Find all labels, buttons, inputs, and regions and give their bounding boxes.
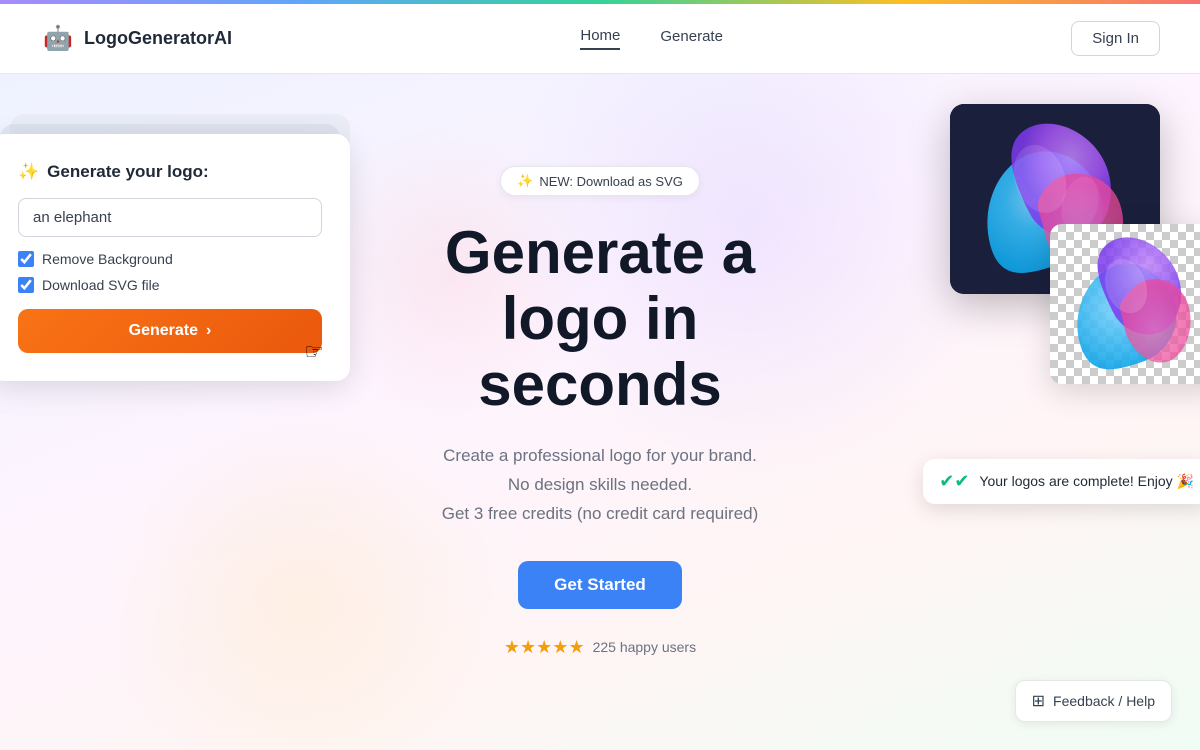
main-content: ✨ Generate your logo: Remove Background … xyxy=(0,74,1200,750)
complete-toast: ✔✔ Your logos are complete! Enjoy 🎉 xyxy=(923,459,1200,504)
get-started-button[interactable]: Get Started xyxy=(518,561,682,609)
download-svg-label: Download SVG file xyxy=(42,277,160,293)
generate-button-label: Generate xyxy=(129,322,198,340)
nav-link-home[interactable]: Home xyxy=(580,27,620,50)
rating-text: 225 happy users xyxy=(593,639,697,655)
download-svg-row: Download SVG file xyxy=(18,277,322,293)
logo-preview-secondary xyxy=(1050,224,1200,384)
logo-area[interactable]: 🤖 LogoGeneratorAI xyxy=(40,21,232,57)
logo-prompt-input[interactable] xyxy=(18,198,322,237)
remove-background-checkbox[interactable] xyxy=(18,251,34,267)
sign-in-button[interactable]: Sign In xyxy=(1071,21,1160,56)
right-previews: ✔✔ Your logos are complete! Enjoy 🎉 xyxy=(860,104,1200,544)
hero-subtitle: Create a professional logo for your bran… xyxy=(442,442,759,529)
new-badge-text: NEW: Download as SVG xyxy=(539,174,683,189)
feedback-button[interactable]: ⊞ Feedback / Help xyxy=(1015,680,1172,722)
left-card-container: ✨ Generate your logo: Remove Background … xyxy=(0,134,350,381)
nav-link-generate[interactable]: Generate xyxy=(660,28,723,49)
generate-button-arrow: › xyxy=(206,322,211,340)
subtitle-line3: Get 3 free credits (no credit card requi… xyxy=(442,504,759,523)
subtitle-line2: No design skills needed. xyxy=(508,475,692,494)
remove-background-row: Remove Background xyxy=(18,251,322,267)
new-badge: ✨ NEW: Download as SVG xyxy=(500,166,700,196)
logo-text: LogoGeneratorAI xyxy=(84,28,232,49)
rating-row: ★★★★★ 225 happy users xyxy=(442,637,759,658)
new-badge-icon: ✨ xyxy=(517,173,533,189)
toast-message: Your logos are complete! Enjoy 🎉 xyxy=(979,473,1194,490)
center-hero: ✨ NEW: Download as SVG Generate alogo in… xyxy=(442,166,759,658)
star-rating: ★★★★★ xyxy=(504,637,585,658)
bg-blob-2 xyxy=(100,400,500,750)
card-title-icon: ✨ xyxy=(18,162,39,182)
generate-button[interactable]: Generate › xyxy=(18,309,322,353)
hero-title: Generate alogo inseconds xyxy=(442,220,759,418)
remove-background-label: Remove Background xyxy=(42,251,173,267)
toast-check-icon: ✔✔ xyxy=(939,471,969,492)
navbar: 🤖 LogoGeneratorAI Home Generate Sign In xyxy=(0,4,1200,74)
generate-card: ✨ Generate your logo: Remove Background … xyxy=(0,134,350,381)
feedback-icon: ⊞ xyxy=(1032,691,1045,711)
card-title: ✨ Generate your logo: xyxy=(18,162,322,182)
nav-links: Home Generate xyxy=(580,27,723,50)
subtitle-line1: Create a professional logo for your bran… xyxy=(443,446,757,465)
logo-icon: 🤖 xyxy=(40,21,76,57)
card-title-text: Generate your logo: xyxy=(47,162,209,182)
download-svg-checkbox[interactable] xyxy=(18,277,34,293)
cursor-icon: ☞ xyxy=(304,339,324,365)
feedback-label: Feedback / Help xyxy=(1053,693,1155,709)
